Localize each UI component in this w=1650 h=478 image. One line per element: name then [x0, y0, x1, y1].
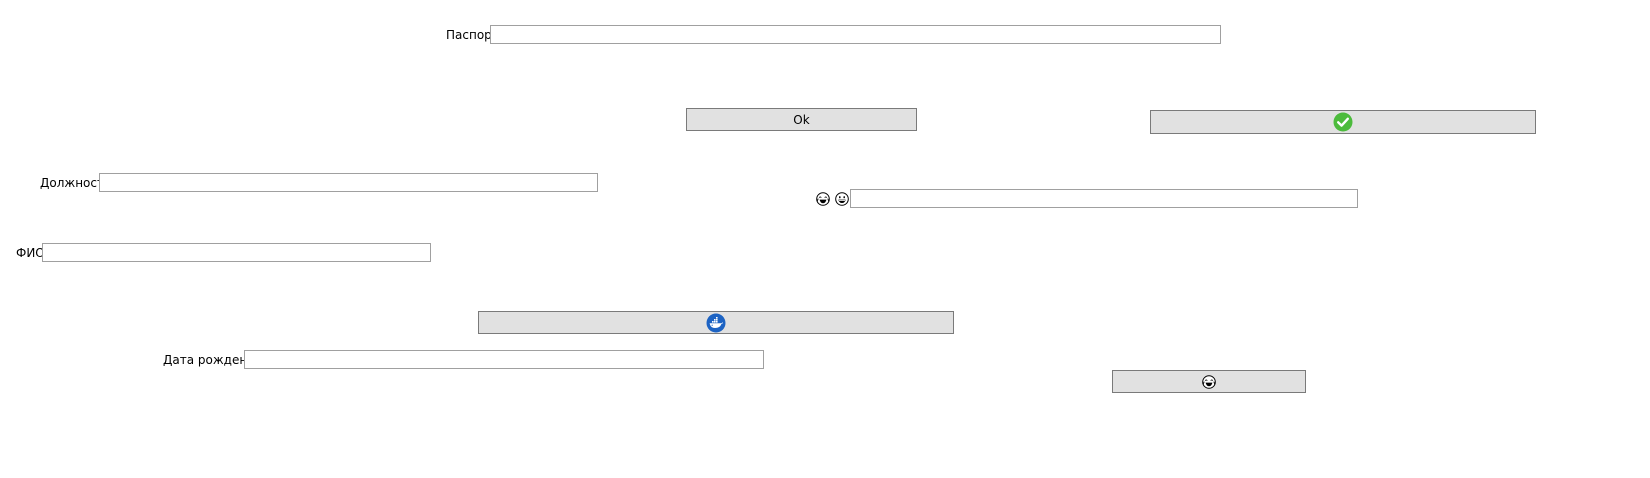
laughing-emoji-icon: [816, 192, 830, 206]
confirm-button[interactable]: [1150, 110, 1536, 134]
ok-button[interactable]: Ok: [686, 108, 917, 131]
docker-button[interactable]: [478, 311, 954, 334]
docker-whale-icon: [706, 313, 726, 332]
emoji-input[interactable]: [850, 189, 1358, 208]
laughing-emoji-icon: [1202, 374, 1216, 389]
passport-input[interactable]: [490, 25, 1221, 44]
grinning-emoji-icon: [835, 192, 849, 206]
check-circle-icon: [1333, 112, 1353, 132]
birth-date-input[interactable]: [244, 350, 764, 369]
fio-input[interactable]: [42, 243, 431, 262]
fio-label: ФИО: [16, 246, 45, 260]
emoji-button[interactable]: [1112, 370, 1306, 393]
position-input[interactable]: [99, 173, 598, 192]
